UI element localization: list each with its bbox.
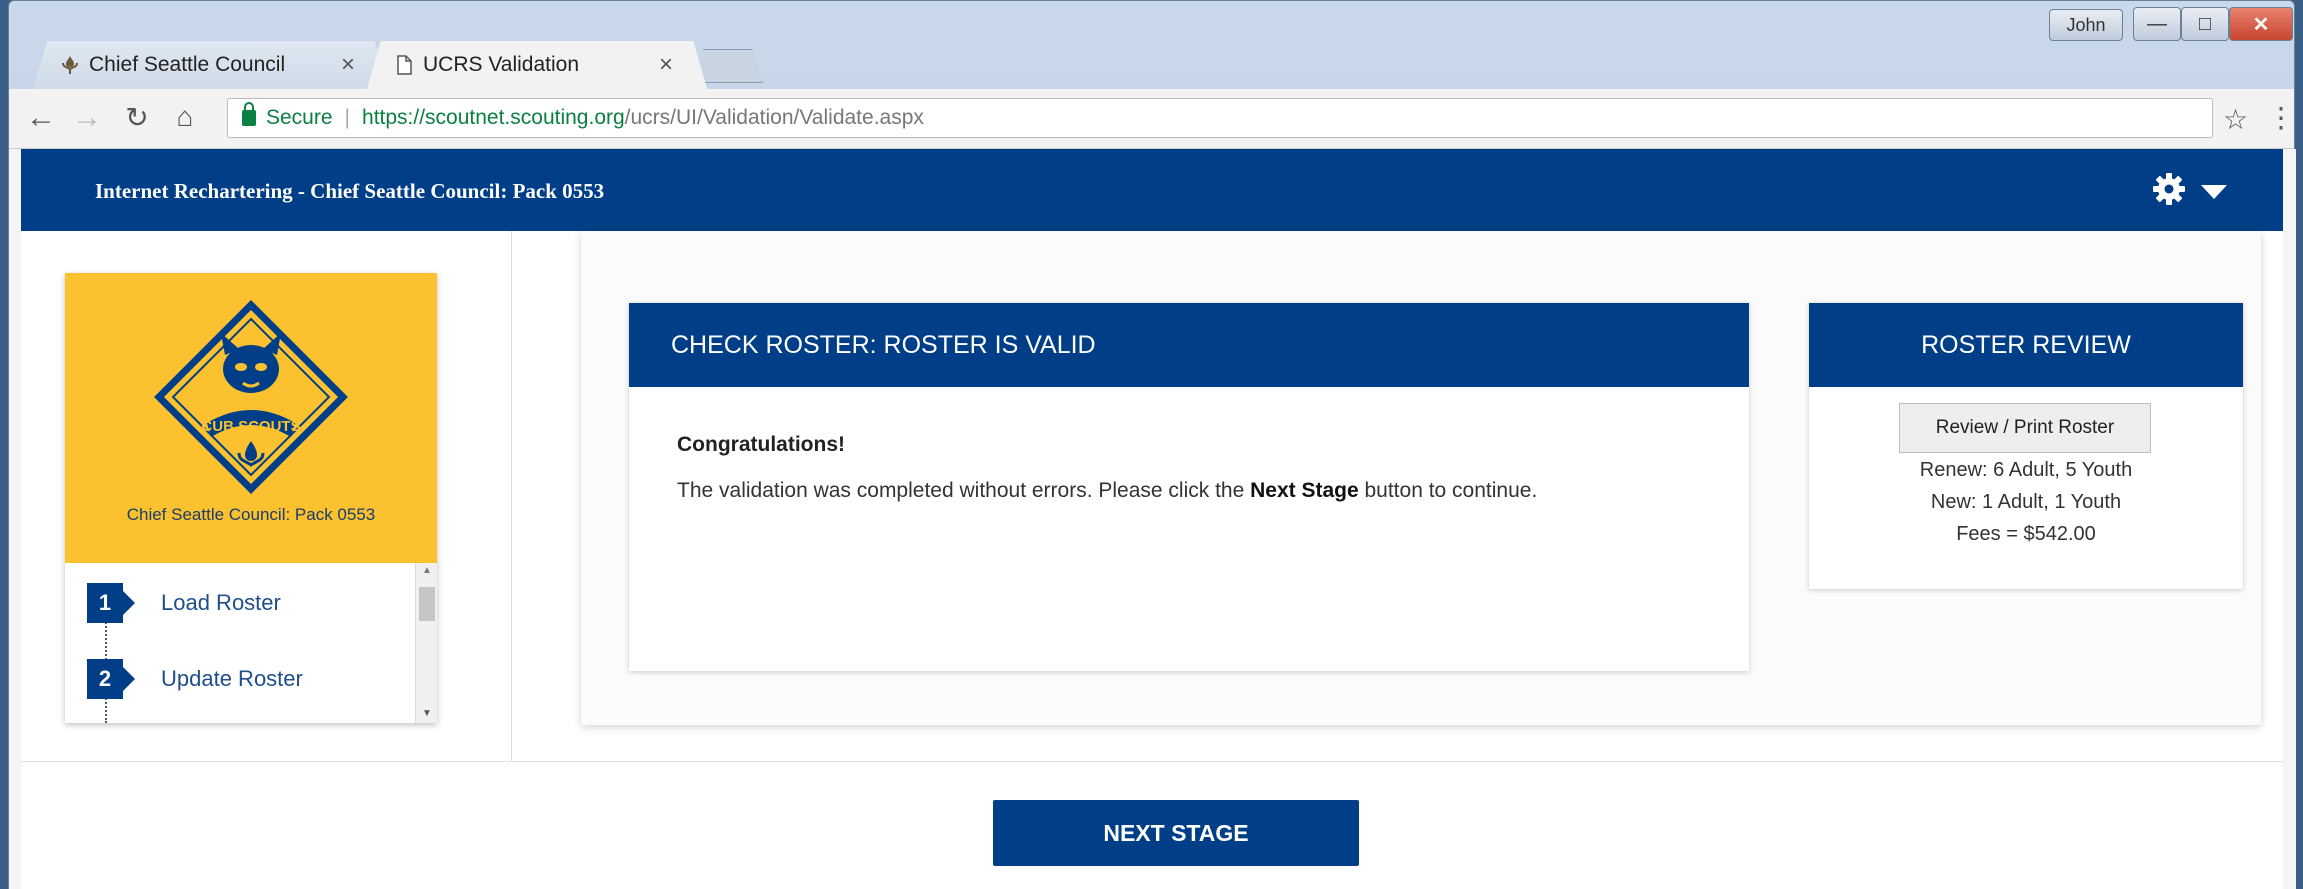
- forward-arrow-icon[interactable]: →: [69, 101, 105, 135]
- browser-window: Chief Seattle Council × UCRS Validation …: [8, 0, 2296, 889]
- steps-list: 1 Load Roster 2 Update Roster: [65, 563, 417, 723]
- more-menu-icon[interactable]: ⋮: [2267, 101, 2295, 134]
- steps-scrollbar[interactable]: ▲ ▼: [415, 563, 437, 723]
- tab-chief-seattle-council[interactable]: Chief Seattle Council ×: [33, 41, 389, 89]
- cub-scouts-logo: CUB SCOUTS: [154, 300, 348, 494]
- close-icon[interactable]: ×: [659, 51, 673, 79]
- close-icon[interactable]: ×: [341, 51, 355, 79]
- review-print-roster-button[interactable]: Review / Print Roster: [1899, 403, 2151, 453]
- congrats-text: Congratulations!: [677, 433, 845, 456]
- scroll-up-icon[interactable]: ▲: [416, 565, 438, 576]
- divider: |: [344, 106, 351, 129]
- footer-bar: NEXT STAGE: [21, 761, 2283, 889]
- divider: [511, 231, 512, 761]
- profile-button[interactable]: John: [2049, 9, 2123, 41]
- url-path: /ucrs/UI/Validation/Validate.aspx: [624, 106, 924, 129]
- chevron-down-icon[interactable]: [2201, 185, 2227, 199]
- step-label: Update Roster: [161, 666, 303, 691]
- logo-text: CUB SCOUTS: [201, 418, 300, 435]
- page: Internet Rechartering - Chief Seattle Co…: [9, 149, 2296, 889]
- renew-count: Renew: 6 Adult, 5 Youth: [1919, 459, 2133, 481]
- check-roster-heading: CHECK ROSTER: ROSTER IS VALID: [629, 303, 1749, 387]
- validation-message: The validation was completed without err…: [677, 479, 1537, 503]
- new-count: New: 1 Adult, 1 Youth: [1930, 491, 2122, 513]
- browser-toolbar: ← → ↻ ⌂ Secure | https://scoutnet.scouti…: [9, 89, 2295, 149]
- step-load-roster[interactable]: 1 Load Roster: [87, 583, 281, 623]
- roster-review-heading: ROSTER REVIEW: [1809, 303, 2243, 387]
- tab-label: UCRS Validation: [423, 53, 580, 76]
- bookmark-star-icon[interactable]: ☆: [2223, 103, 2248, 136]
- page-title: Internet Rechartering - Chief Seattle Co…: [95, 179, 605, 203]
- lock-icon: [242, 102, 256, 126]
- minimize-icon[interactable]: —: [2133, 7, 2181, 41]
- scroll-down-icon[interactable]: ▼: [416, 708, 438, 719]
- message-bold: Next Stage: [1250, 479, 1359, 502]
- app-header: Internet Rechartering - Chief Seattle Co…: [21, 149, 2283, 231]
- step-number: 2: [87, 659, 135, 699]
- check-roster-card: CHECK ROSTER: ROSTER IS VALID Congratula…: [629, 303, 1749, 671]
- step-update-roster[interactable]: 2 Update Roster: [87, 659, 303, 699]
- message-text: The validation was completed without err…: [677, 479, 1251, 502]
- unit-card: CUB SCOUTS Chief Seattle Council: Pack 0…: [65, 273, 437, 723]
- tab-ucrs-validation[interactable]: UCRS Validation ×: [367, 41, 707, 89]
- address-bar[interactable]: Secure | https://scoutnet.scouting.org /…: [227, 98, 2213, 138]
- unit-banner: CUB SCOUTS Chief Seattle Council: Pack 0…: [65, 273, 437, 563]
- close-window-icon[interactable]: ✕: [2229, 7, 2293, 41]
- tab-label: Chief Seattle Council: [89, 53, 286, 76]
- tab-strip: Chief Seattle Council × UCRS Validation …: [9, 1, 2294, 89]
- content-area: CUB SCOUTS Chief Seattle Council: Pack 0…: [21, 231, 2283, 761]
- reload-icon[interactable]: ↻: [119, 101, 155, 134]
- fleur-de-lis-icon: [62, 56, 78, 74]
- message-text-end: button to continue.: [1358, 479, 1538, 502]
- back-arrow-icon[interactable]: ←: [23, 101, 59, 135]
- step-number: 1: [87, 583, 135, 623]
- unit-name: Chief Seattle Council: Pack 0553: [126, 505, 376, 524]
- roster-review-card: ROSTER REVIEW Review / Print Roster Rene…: [1809, 303, 2243, 589]
- secure-label: Secure: [266, 106, 333, 129]
- next-stage-button[interactable]: NEXT STAGE: [993, 800, 1359, 866]
- home-icon[interactable]: ⌂: [167, 101, 203, 133]
- scroll-thumb[interactable]: [419, 587, 435, 621]
- url-host: https://scoutnet.scouting.org: [362, 106, 625, 129]
- fees-total: Fees = $542.00: [1956, 523, 2096, 545]
- main-panel: CHECK ROSTER: ROSTER IS VALID Congratula…: [581, 231, 2261, 725]
- maximize-icon[interactable]: □: [2181, 7, 2229, 41]
- page-icon: [397, 55, 412, 75]
- step-label: Load Roster: [161, 590, 281, 615]
- gear-icon[interactable]: [2151, 171, 2187, 207]
